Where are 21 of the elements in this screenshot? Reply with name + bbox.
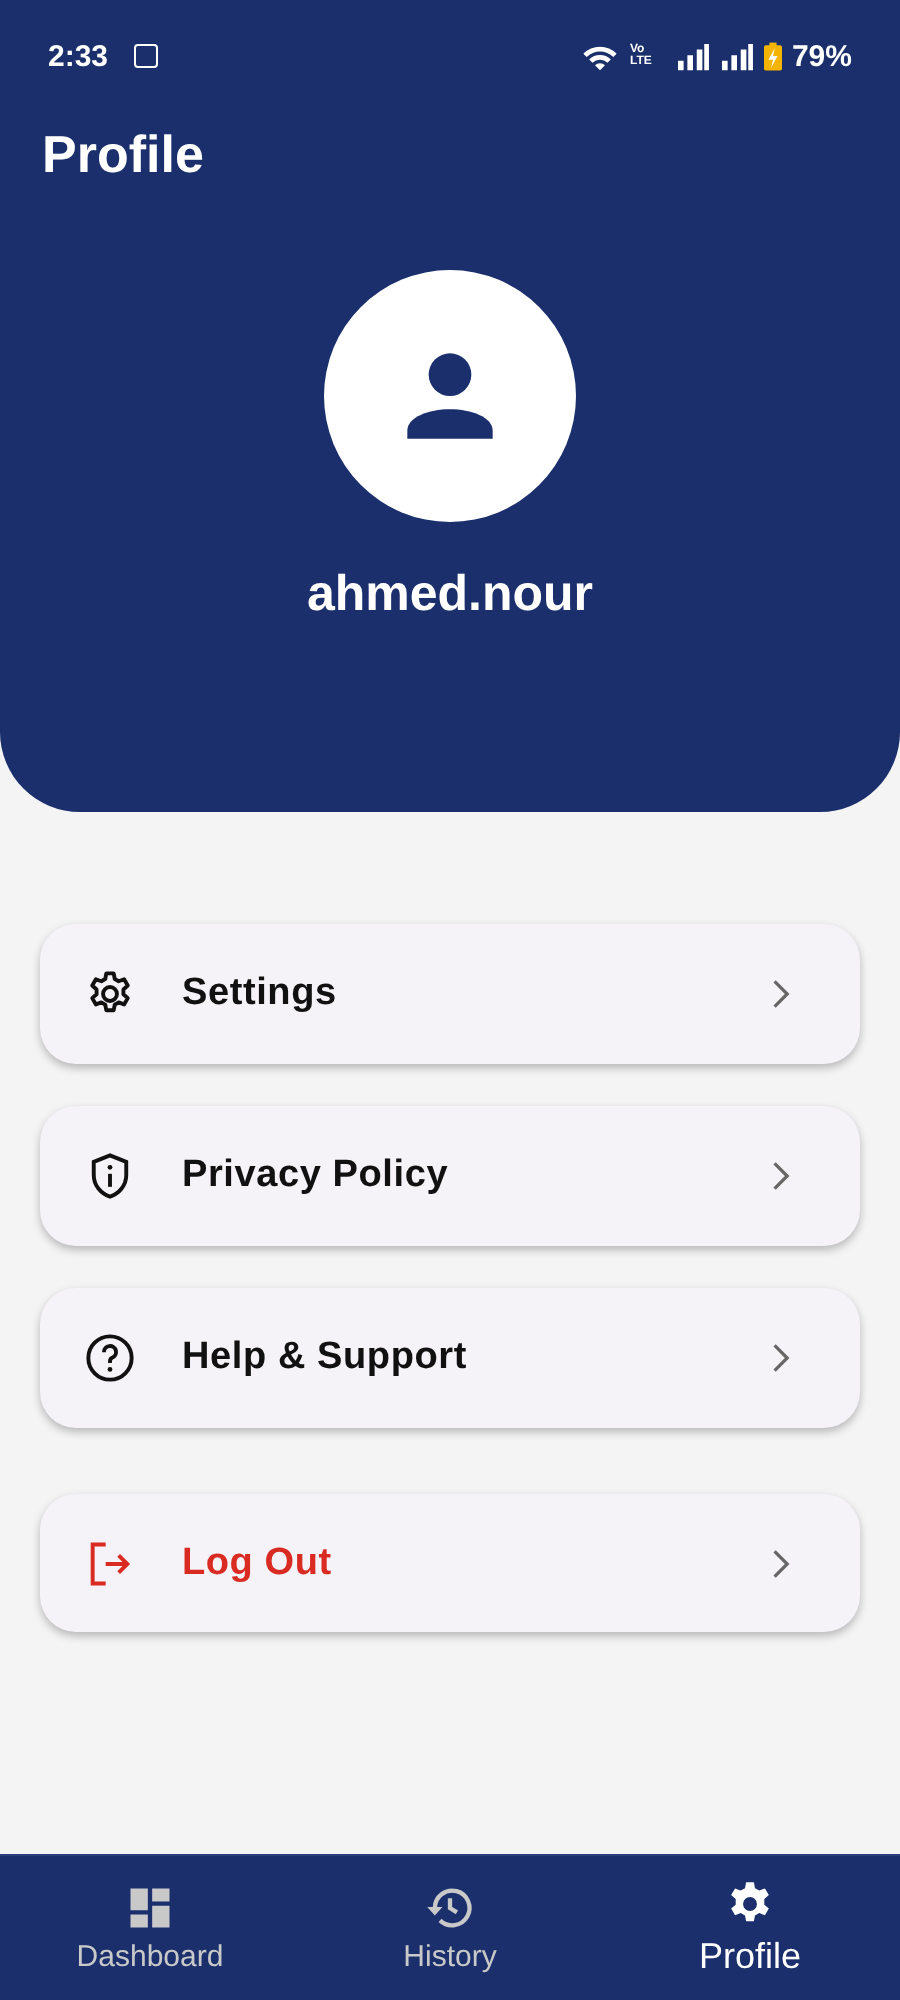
wifi-icon bbox=[579, 41, 620, 71]
help-icon bbox=[84, 1332, 136, 1384]
username: ahmed.nour bbox=[306, 566, 594, 624]
battery-percent: 79% bbox=[791, 39, 852, 73]
chevron-icon bbox=[768, 1340, 792, 1376]
menu-item[interactable]: Privacy Policy bbox=[40, 1106, 860, 1246]
nav-tab[interactable]: Profile bbox=[600, 1856, 900, 2000]
menu-item[interactable]: Settings bbox=[40, 924, 860, 1064]
nav-tab[interactable]: Dashboard bbox=[0, 1856, 300, 2000]
chevron-icon bbox=[768, 1158, 792, 1194]
app-notification-icon bbox=[134, 44, 159, 68]
chevron-icon bbox=[768, 1545, 792, 1581]
menu-item[interactable]: Log Out bbox=[40, 1494, 860, 1632]
menu-item[interactable]: Help & Support bbox=[40, 1288, 860, 1428]
nav-tab[interactable]: History bbox=[300, 1856, 600, 2000]
chevron-icon bbox=[768, 976, 792, 1012]
page-title: Profile bbox=[42, 124, 204, 186]
status-time: 2:33 bbox=[48, 39, 109, 73]
signal-icon bbox=[675, 41, 710, 71]
signal-icon bbox=[719, 41, 754, 71]
battery-icon bbox=[763, 41, 782, 71]
